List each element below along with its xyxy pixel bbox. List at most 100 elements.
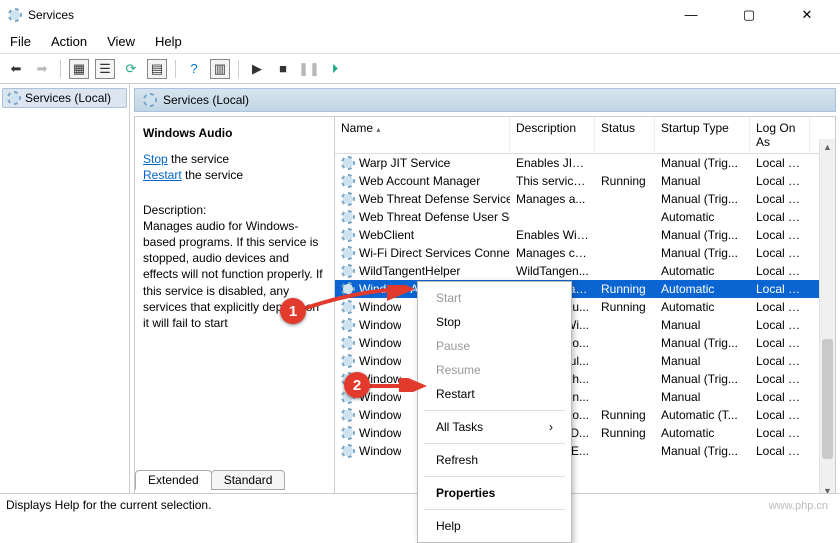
annotation-arrow-1 (301, 285, 417, 311)
stop-icon[interactable]: ■ (273, 59, 293, 79)
service-row[interactable]: Web Threat Defense ServiceManages a...Ma… (335, 190, 835, 208)
scroll-thumb[interactable] (822, 339, 833, 459)
start-icon[interactable]: ▶ (247, 59, 267, 79)
separator (424, 443, 565, 444)
col-desc[interactable]: Description (510, 117, 595, 153)
help-icon[interactable]: ? (184, 59, 204, 79)
prop-sheet-icon[interactable]: ▥ (210, 59, 230, 79)
service-startup: Manual (655, 318, 750, 332)
gear-icon (341, 354, 355, 368)
service-row[interactable]: Windowndo...Manual (Trig...Local Syste..… (335, 334, 835, 352)
menu-help[interactable]: Help (155, 34, 182, 49)
service-row[interactable]: Windows mul...ManualLocal Servi... (335, 352, 835, 370)
service-row[interactable]: Windowws D...RunningAutomaticLocal Syste… (335, 424, 835, 442)
col-name[interactable]: Name ▴ (335, 117, 510, 153)
ctx-restart[interactable]: Restart (418, 382, 571, 406)
tree-root-item[interactable]: Services (Local) (2, 88, 127, 108)
service-row[interactable]: Windowws E...Manual (Trig...Local Syste.… (335, 442, 835, 460)
menu-action[interactable]: Action (51, 34, 87, 49)
service-status: Running (595, 174, 655, 188)
service-name: Window (359, 336, 401, 350)
separator (238, 60, 239, 78)
restart-icon[interactable]: ⏵ (325, 59, 345, 79)
service-name: Window (359, 408, 401, 422)
detail-title: Windows Audio (143, 125, 326, 141)
properties-icon[interactable]: ☰ (95, 59, 115, 79)
refresh-icon[interactable]: ⟳ (121, 59, 141, 79)
col-logon[interactable]: Log On As (750, 117, 810, 153)
titlebar: Services — ▢ ✕ (0, 0, 840, 30)
service-row[interactable]: WebClientEnables Win...Manual (Trig...Lo… (335, 226, 835, 244)
service-logon: Local Syste... (750, 174, 810, 188)
separator (424, 476, 565, 477)
service-row[interactable]: Windows auto...RunningAutomatic (T...Loc… (335, 406, 835, 424)
service-desc: Manages a... (510, 192, 595, 206)
tree-pane: Services (Local) (0, 84, 130, 504)
service-logon: Local Servi... (750, 156, 810, 170)
stop-link[interactable]: Stop (143, 152, 168, 166)
service-status: Running (595, 408, 655, 422)
service-row[interactable]: Windowes Wi...ManualLocal Syste... (335, 316, 835, 334)
service-row[interactable]: WildTangentHelperWildTangen...AutomaticL… (335, 262, 835, 280)
annotation-1: 1 (280, 298, 306, 324)
submenu-arrow-icon: › (549, 420, 553, 434)
col-startup[interactable]: Startup Type (655, 117, 750, 153)
gear-icon (143, 93, 157, 107)
service-desc: Enables Win... (510, 228, 595, 242)
watermark: www.php.cn (769, 500, 828, 512)
gear-icon (341, 318, 355, 332)
service-row[interactable]: Warp JIT ServiceEnables JIT ...Manual (T… (335, 154, 835, 172)
gear-icon (341, 246, 355, 260)
show-hide-tree-icon[interactable]: ▦ (69, 59, 89, 79)
ctx-all-tasks[interactable]: All Tasks› (418, 415, 571, 439)
ctx-properties[interactable]: Properties (418, 481, 571, 505)
service-startup: Automatic (T... (655, 408, 750, 422)
col-status[interactable]: Status (595, 117, 655, 153)
scroll-up-icon[interactable]: ▲ (820, 139, 835, 155)
service-desc: WildTangen... (510, 264, 595, 278)
gear-icon (341, 210, 355, 224)
service-status: Running (595, 282, 655, 296)
ctx-help[interactable]: Help (418, 514, 571, 538)
tab-standard[interactable]: Standard (211, 470, 286, 490)
ctx-pause: Pause (418, 334, 571, 358)
service-row[interactable]: Web Threat Defense User Se...AutomaticLo… (335, 208, 835, 226)
separator (175, 60, 176, 78)
ctx-resume: Resume (418, 358, 571, 382)
service-status: Running (595, 300, 655, 314)
service-logon: Local Syste... (750, 444, 810, 458)
service-status: Running (595, 426, 655, 440)
scrollbar[interactable]: ▲ ▼ (819, 139, 835, 499)
maximize-button[interactable]: ▢ (734, 7, 764, 23)
menu-view[interactable]: View (107, 34, 135, 49)
annotation-arrow-2 (367, 378, 429, 392)
service-logon: Local Syste... (750, 264, 810, 278)
service-row[interactable]: Wi-Fi Direct Services Conne...Manages co… (335, 244, 835, 262)
gear-icon (341, 174, 355, 188)
forward-icon[interactable]: ➡ (32, 59, 52, 79)
content-header-label: Services (Local) (163, 93, 249, 107)
service-logon: Local Syste... (750, 318, 810, 332)
restart-link[interactable]: Restart (143, 168, 182, 182)
service-name: Window (359, 426, 401, 440)
service-startup: Manual (Trig... (655, 336, 750, 350)
tab-extended[interactable]: Extended (135, 470, 212, 490)
ctx-stop[interactable]: Stop (418, 310, 571, 334)
service-logon: Local Servi... (750, 246, 810, 260)
service-logon: Local Syste... (750, 336, 810, 350)
service-row[interactable]: Web Account ManagerThis service ...Runni… (335, 172, 835, 190)
ctx-refresh[interactable]: Refresh (418, 448, 571, 472)
menu-file[interactable]: File (10, 34, 31, 49)
gear-icon (341, 408, 355, 422)
pause-icon[interactable]: ❚❚ (299, 59, 319, 79)
desc-label: Description: (143, 202, 326, 218)
service-logon: Local Servi... (750, 408, 810, 422)
app-icon (8, 8, 22, 22)
service-name: WebClient (359, 228, 414, 242)
minimize-button[interactable]: — (676, 7, 706, 23)
service-startup: Manual (Trig... (655, 246, 750, 260)
back-icon[interactable]: ⬅ (6, 59, 26, 79)
export-icon[interactable]: ▤ (147, 59, 167, 79)
stop-suffix: the service (168, 152, 229, 166)
close-button[interactable]: ✕ (792, 7, 822, 23)
